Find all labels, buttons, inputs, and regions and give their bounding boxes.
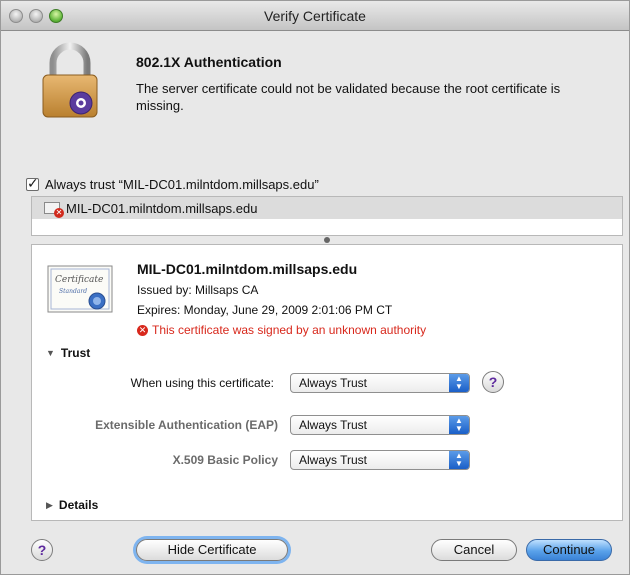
details-header-label: Details bbox=[58, 498, 99, 512]
trust-select-general[interactable]: Always Trust ▲ ▼ bbox=[290, 373, 470, 393]
title-bar: Verify Certificate bbox=[1, 1, 629, 31]
certificate-list: ✕ MIL-DC01.milntdom.millsaps.edu bbox=[31, 196, 623, 236]
trust-select-general-value: Always Trust bbox=[299, 376, 368, 390]
lock-icon bbox=[42, 42, 98, 118]
x-circle-icon: ✕ bbox=[137, 324, 148, 336]
window-title: Verify Certificate bbox=[264, 8, 366, 24]
certificate-warning: ✕ This certificate was signed by an unkn… bbox=[137, 323, 426, 337]
certificate-expiry: Expires: Monday, June 29, 2009 2:01:06 P… bbox=[137, 303, 393, 317]
always-trust-checkbox[interactable] bbox=[26, 175, 39, 192]
trust-disclosure[interactable]: ▼ Trust bbox=[46, 346, 90, 360]
certificate-name: MIL-DC01.milntdom.millsaps.edu bbox=[137, 261, 358, 277]
triangle-right-icon: ▶ bbox=[46, 499, 53, 510]
trust-row-label-general: When using this certificate: bbox=[130, 376, 274, 390]
cancel-button[interactable]: Cancel bbox=[431, 539, 517, 561]
updown-arrows-icon: ▲ ▼ bbox=[449, 374, 469, 392]
certificate-icon: Certificate Standard bbox=[47, 265, 113, 313]
trust-select-x509[interactable]: Always Trust ▲ ▼ bbox=[290, 450, 470, 470]
always-trust-label: Always trust “MIL-DC01.milntdom.millsaps… bbox=[45, 177, 319, 192]
details-disclosure[interactable]: ▶ Details bbox=[46, 498, 98, 512]
certificate-warning-text: This certificate was signed by an unknow… bbox=[152, 323, 427, 337]
certificate-list-item-label: MIL-DC01.milntdom.millsaps.edu bbox=[66, 200, 258, 216]
trust-row-label-x509: X.509 Basic Policy bbox=[172, 453, 278, 467]
certificate-issuer: Issued by: Millsaps CA bbox=[137, 283, 259, 297]
dialog-heading: 802.1X Authentication bbox=[136, 54, 282, 70]
certificate-list-item[interactable]: ✕ MIL-DC01.milntdom.millsaps.edu bbox=[32, 197, 622, 219]
trust-header-label: Trust bbox=[60, 346, 91, 360]
trust-select-x509-value: Always Trust bbox=[299, 453, 368, 467]
trust-help-button[interactable]: ? bbox=[482, 371, 504, 393]
svg-text:Certificate: Certificate bbox=[55, 275, 103, 285]
always-trust-row[interactable]: Always trust “MIL-DC01.milntdom.millsaps… bbox=[26, 175, 319, 192]
certificate-details-panel: Certificate Standard MIL-DC01.milntdom.m… bbox=[31, 244, 623, 521]
trust-select-eap[interactable]: Always Trust ▲ ▼ bbox=[290, 415, 470, 435]
svg-text:Standard: Standard bbox=[59, 288, 87, 295]
certificate-small-icon: ✕ bbox=[44, 202, 64, 218]
continue-button[interactable]: Continue bbox=[526, 539, 612, 561]
verify-certificate-window: Verify Certificate 802.1X Authentication… bbox=[0, 0, 630, 575]
trust-select-eap-value: Always Trust bbox=[299, 418, 368, 432]
hide-certificate-button[interactable]: Hide Certificate bbox=[136, 539, 288, 561]
dialog-message: The server certificate could not be vali… bbox=[136, 81, 561, 113]
trust-row-label-eap: Extensible Authentication (EAP) bbox=[95, 418, 278, 432]
triangle-down-icon: ▼ bbox=[46, 348, 55, 358]
updown-arrows-icon: ▲ ▼ bbox=[449, 416, 469, 434]
split-view-handle[interactable] bbox=[31, 236, 623, 244]
updown-arrows-icon: ▲ ▼ bbox=[449, 451, 469, 469]
help-button[interactable]: ? bbox=[31, 539, 53, 561]
